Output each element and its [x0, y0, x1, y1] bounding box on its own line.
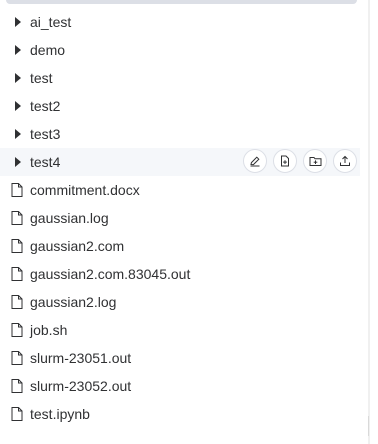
file-label: gaussian2.com: [30, 238, 125, 254]
file-row[interactable]: slurm-23051.out: [0, 344, 360, 372]
file-row[interactable]: job.sh: [0, 316, 360, 344]
vertical-scrollbar-thumb[interactable]: [368, 416, 369, 436]
caret-right-icon[interactable]: [15, 45, 21, 55]
upload-button[interactable]: [333, 149, 357, 173]
document-icon: [11, 183, 23, 197]
file-row[interactable]: gaussian2.com.83045.out: [0, 260, 360, 288]
file-label: gaussian2.com.83045.out: [30, 266, 191, 282]
folder-label: test4: [30, 154, 61, 170]
new-file-icon: [281, 155, 289, 167]
file-tree-panel: ai_test demo test test2 test3 test4 comm…: [0, 0, 378, 444]
upload-icon: [340, 155, 350, 166]
document-icon: [11, 351, 23, 365]
document-icon: [11, 295, 23, 309]
caret-right-icon[interactable]: [15, 101, 21, 111]
folder-label: test3: [30, 126, 61, 142]
folder-label: test: [30, 70, 53, 86]
document-icon: [11, 211, 23, 225]
file-tree: ai_test demo test test2 test3 test4 comm…: [0, 8, 360, 428]
new-folder-button[interactable]: [303, 149, 327, 173]
document-icon: [11, 239, 23, 253]
file-row[interactable]: test.ipynb: [0, 400, 360, 428]
file-row[interactable]: gaussian.log: [0, 204, 360, 232]
caret-right-icon[interactable]: [15, 17, 21, 27]
folder-row[interactable]: demo: [0, 36, 360, 64]
file-label: test.ipynb: [30, 406, 90, 422]
new-folder-icon: [309, 157, 321, 166]
folder-label: demo: [30, 42, 66, 58]
file-row[interactable]: commitment.docx: [0, 176, 360, 204]
caret-right-icon[interactable]: [15, 73, 21, 83]
folder-row[interactable]: test2: [0, 92, 360, 120]
file-label: gaussian.log: [30, 210, 109, 226]
file-label: slurm-23051.out: [30, 350, 132, 366]
file-row[interactable]: gaussian2.com: [0, 232, 360, 260]
vertical-scrollbar-track[interactable]: [368, 0, 370, 444]
folder-row[interactable]: test3: [0, 120, 360, 148]
folder-label: test2: [30, 98, 61, 114]
edit-icon: [250, 156, 260, 167]
row-actions: [243, 149, 357, 173]
rename-button[interactable]: [243, 149, 267, 173]
horizontal-scrollbar[interactable]: [6, 0, 357, 4]
file-label: slurm-23052.out: [30, 378, 132, 394]
document-icon: [11, 267, 23, 281]
file-label: job.sh: [30, 322, 68, 338]
folder-row[interactable]: ai_test: [0, 8, 360, 36]
document-icon: [11, 407, 23, 421]
caret-right-icon[interactable]: [15, 129, 21, 139]
folder-label: ai_test: [30, 14, 72, 30]
document-icon: [11, 323, 23, 337]
file-label: gaussian2.log: [30, 294, 117, 310]
document-icon: [11, 379, 23, 393]
new-file-button[interactable]: [273, 149, 297, 173]
file-row[interactable]: gaussian2.log: [0, 288, 360, 316]
folder-row-hovered[interactable]: test4: [0, 148, 360, 176]
file-label: commitment.docx: [30, 182, 140, 198]
folder-row[interactable]: test: [0, 64, 360, 92]
caret-right-icon[interactable]: [15, 157, 21, 167]
file-row[interactable]: slurm-23052.out: [0, 372, 360, 400]
